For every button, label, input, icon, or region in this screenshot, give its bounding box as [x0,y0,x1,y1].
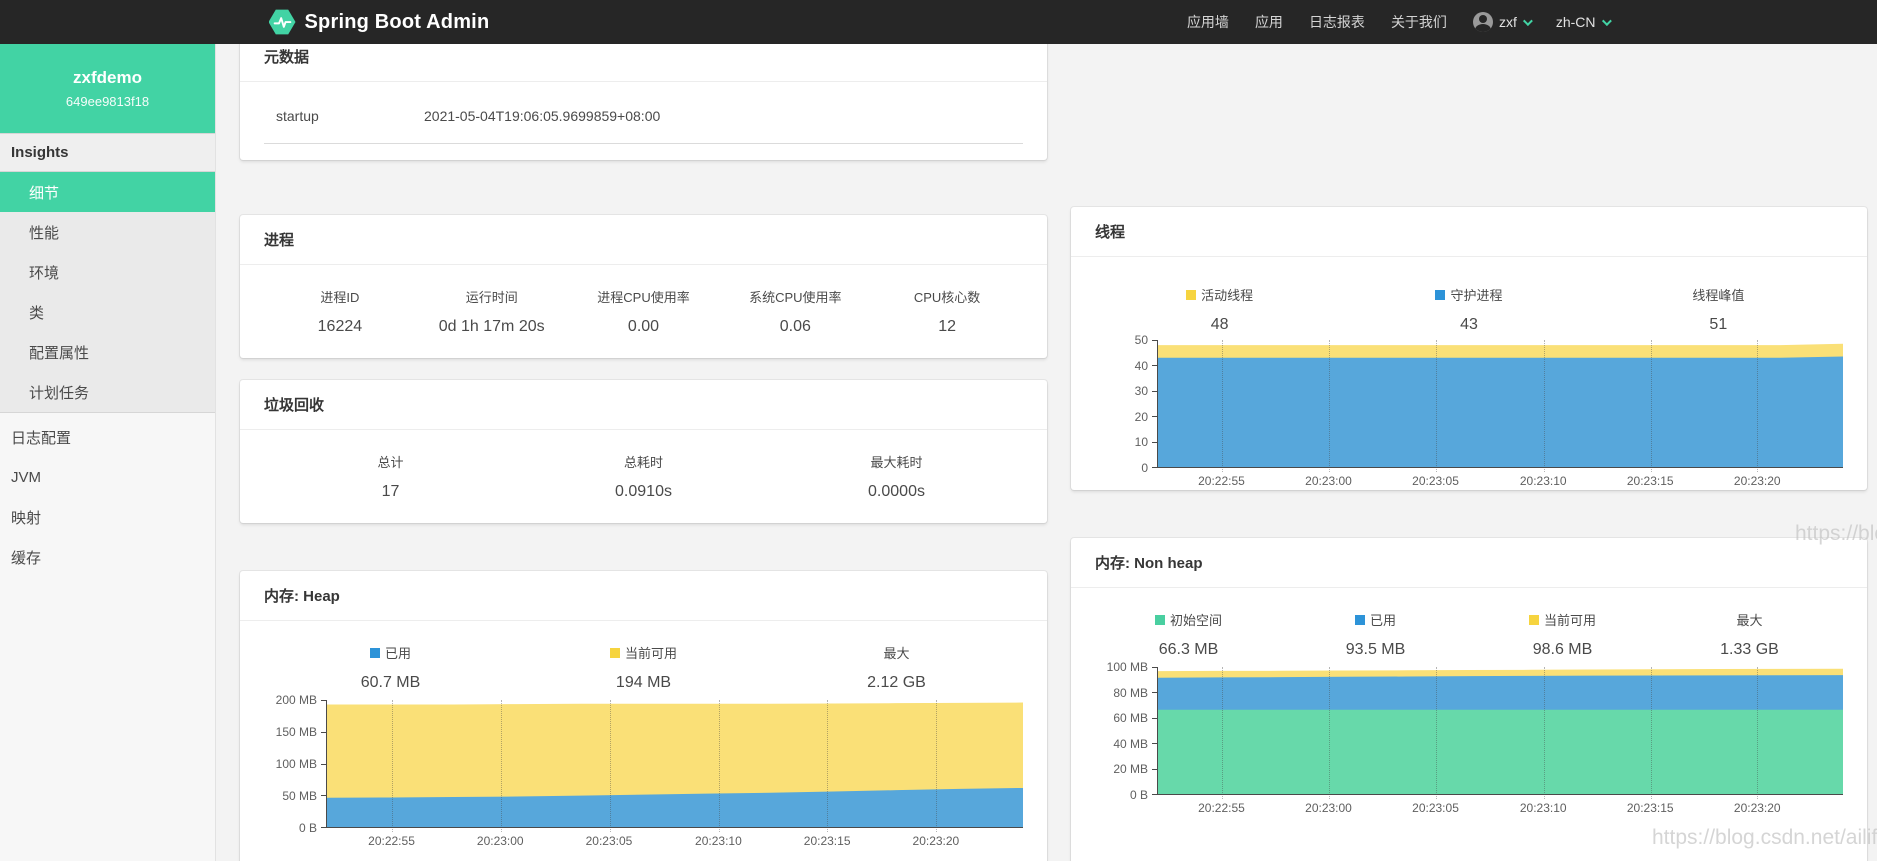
main-content: 元数据 startup 2021-05-04T19:06:05.9699859+… [216,44,1877,861]
stat-nonheap-initial: 初始空间 66.3 MB [1095,610,1282,659]
heap-memory-card: 内存: Heap 已用 60.7 MB 当前可用 194 MB 最大 2.12 [240,571,1047,861]
sidebar-item-mappings[interactable]: 映射 [0,497,215,537]
stat-nonheap-max: 最大 1.33 GB [1656,610,1843,659]
nav-link-applications[interactable]: 应用 [1255,12,1283,32]
sidebar-item-environment[interactable]: 环境 [0,252,215,292]
gc-card: 垃圾回收 总计 17 总耗时 0.0910s 最大耗时 0.0000s [240,380,1047,523]
sidebar-item-caches[interactable]: 缓存 [0,537,215,577]
user-menu[interactable]: zxf [1473,12,1530,32]
heap-card-title: 内存: Heap [240,571,1047,621]
stat-nonheap-size: 当前可用 98.6 MB [1469,610,1656,659]
legend-swatch-icon [610,648,620,658]
metadata-key: startup [276,108,424,124]
metadata-value: 2021-05-04T19:06:05.9699859+08:00 [424,108,660,124]
metadata-card: 元数据 startup 2021-05-04T19:06:05.9699859+… [240,44,1047,160]
stat-uptime: 运行时间 0d 1h 17m 20s [416,287,568,336]
threads-card: 线程 活动线程 48 守护进程 43 线程峰值 51 [1071,207,1867,490]
legend-swatch-icon [1435,290,1445,300]
sidebar-item-loggers[interactable]: 日志配置 [0,417,215,457]
stat-process-cpu: 进程CPU使用率 0.00 [568,287,720,336]
stat-heap-used: 已用 60.7 MB [264,643,517,692]
process-card-title: 进程 [240,215,1047,265]
sidebar-item-jvm[interactable]: JVM [0,457,215,497]
brand[interactable]: Spring Boot Admin [269,9,490,36]
instance-sidebar: zxfdemo 649ee9813f18 Insights 细节 性能 环境 类… [0,44,216,861]
sidebar-section-insights: Insights [0,133,215,172]
language-selector[interactable]: zh-CN [1556,14,1609,30]
stat-heap-max: 最大 2.12 GB [770,643,1023,692]
stat-threads-daemon: 守护进程 43 [1344,285,1593,334]
stat-gc-count: 总计 17 [264,452,517,501]
user-avatar-icon [1473,12,1493,32]
metadata-card-title: 元数据 [240,44,1047,82]
sidebar-item-metrics[interactable]: 性能 [0,212,215,252]
chevron-down-icon [1601,16,1611,26]
user-name: zxf [1499,14,1517,30]
sidebar-item-details[interactable]: 细节 [0,172,215,212]
stat-gc-total-time: 总耗时 0.0910s [517,452,770,501]
process-card: 进程 进程ID 16224 运行时间 0d 1h 17m 20s 进程CPU使用… [240,215,1047,358]
stat-threads-peak: 线程峰值 51 [1594,285,1843,334]
stat-pid: 进程ID 16224 [264,287,416,336]
gc-card-title: 垃圾回收 [240,380,1047,430]
sidebar-item-configprops[interactable]: 配置属性 [0,332,215,372]
instance-id: 649ee9813f18 [66,94,149,109]
stat-threads-live: 活动线程 48 [1095,285,1344,334]
top-navbar: Spring Boot Admin 应用墙 应用 日志报表 关于我们 zxf z… [0,0,1877,44]
legend-swatch-icon [1529,615,1539,625]
table-row: startup 2021-05-04T19:06:05.9699859+08:0… [264,94,1023,144]
nav-link-wallboard[interactable]: 应用墙 [1187,12,1229,32]
threads-chart: 01020304050 20:22:5520:23:0020:23:0520:2… [1095,340,1843,490]
sidebar-item-scheduled-tasks[interactable]: 计划任务 [0,372,215,412]
legend-swatch-icon [1355,615,1365,625]
legend-swatch-icon [370,648,380,658]
nonheap-memory-card: 内存: Non heap 初始空间 66.3 MB 已用 93.5 MB 当前可… [1071,538,1867,861]
nonheap-card-title: 内存: Non heap [1071,538,1867,588]
heap-memory-chart: 0 B50 MB100 MB150 MB200 MB 20:22:5520:23… [264,700,1023,850]
stat-system-cpu: 系统CPU使用率 0.06 [719,287,871,336]
language-label: zh-CN [1556,14,1596,30]
threads-card-title: 线程 [1071,207,1867,257]
chevron-down-icon [1523,16,1533,26]
nav-link-about[interactable]: 关于我们 [1391,12,1447,32]
nav-link-journal[interactable]: 日志报表 [1309,12,1365,32]
application-name: zxfdemo [73,68,142,88]
stat-cpu-cores: CPU核心数 12 [871,287,1023,336]
spring-boot-admin-logo-icon [269,9,296,36]
stat-nonheap-used: 已用 93.5 MB [1282,610,1469,659]
stat-gc-max-time: 最大耗时 0.0000s [770,452,1023,501]
nonheap-memory-chart: 0 B20 MB40 MB60 MB80 MB100 MB 20:22:5520… [1095,667,1843,817]
brand-title: Spring Boot Admin [305,11,490,34]
sidebar-item-classes[interactable]: 类 [0,292,215,332]
instance-header[interactable]: zxfdemo 649ee9813f18 [0,44,215,133]
stat-heap-size: 当前可用 194 MB [517,643,770,692]
legend-swatch-icon [1186,290,1196,300]
legend-swatch-icon [1155,615,1165,625]
